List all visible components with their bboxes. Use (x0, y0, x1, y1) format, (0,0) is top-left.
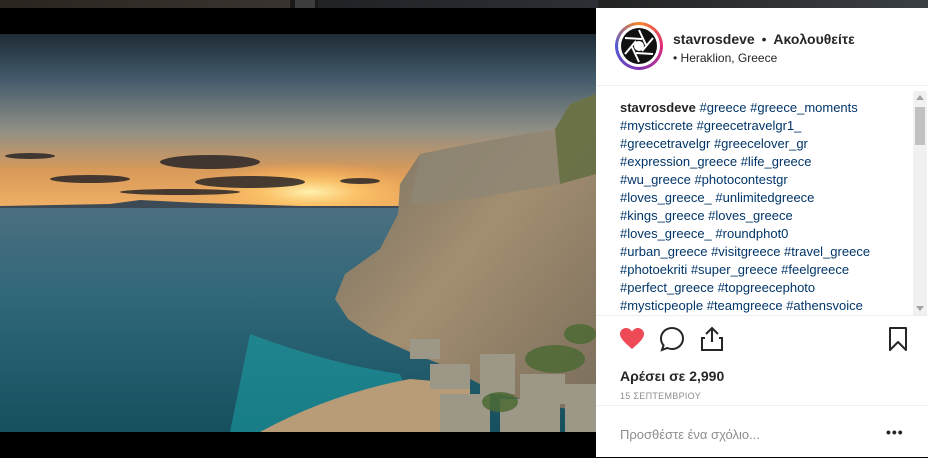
post-caption: stavrosdeve #greece #greece_moments #mys… (620, 99, 910, 314)
header-separator: • (761, 31, 767, 47)
following-button[interactable]: Ακολουθείτε (773, 31, 854, 47)
landscape-photo (0, 34, 596, 432)
share-icon (701, 326, 723, 351)
comment-icon (659, 326, 685, 352)
caption-username-link[interactable]: stavrosdeve (620, 100, 696, 115)
post-date[interactable]: 15 ΣΕΠΤΕΜΒΡΙΟΥ (620, 391, 701, 401)
scroll-up-arrow-icon[interactable] (916, 95, 924, 100)
post-photo[interactable] (0, 34, 596, 432)
caption-hashtags[interactable]: #expression_greece #life_greece (620, 154, 812, 169)
caption-hashtags[interactable]: #mysticcrete #greecetravelgr1_ (620, 118, 801, 133)
comment-button[interactable] (657, 324, 687, 354)
thumbnail[interactable] (318, 0, 598, 8)
scroll-down-arrow-icon[interactable] (916, 306, 924, 311)
caption-hashtags[interactable]: #perfect_greece #topgreecephoto (620, 280, 815, 295)
caption-scrollbar[interactable] (913, 91, 927, 315)
thumbnail[interactable] (0, 0, 290, 8)
caption-hashtags[interactable]: #photoekriti #super_greece #feelgreece (620, 262, 849, 277)
likes-count[interactable]: Αρέσει σε 2,990 (620, 368, 724, 384)
location-link[interactable]: Heraklion, Greece (681, 51, 778, 65)
thumbnail[interactable] (295, 0, 315, 8)
like-button[interactable] (617, 324, 647, 354)
caption-hashtags[interactable]: #urban_greece #visitgreece #travel_greec… (620, 244, 870, 259)
heart-filled-icon (620, 328, 644, 349)
save-button[interactable] (883, 324, 913, 354)
header-username-link[interactable]: stavrosdeve (673, 31, 755, 47)
thumbnail[interactable] (598, 0, 928, 8)
comment-input[interactable] (620, 424, 860, 444)
caption-hashtags[interactable]: #loves_greece_ #unlimitedgreece (620, 190, 814, 205)
avatar[interactable] (615, 22, 663, 70)
caption-hashtags[interactable]: #greece #greece_moments (700, 100, 858, 115)
comment-box: ••• (596, 405, 928, 458)
aperture-icon (618, 25, 660, 67)
more-options-button[interactable]: ••• (886, 424, 904, 440)
caption-hashtags[interactable]: #mysticpeople #teamgreece #athensvoice (620, 298, 863, 313)
share-button[interactable] (697, 324, 727, 354)
post-details-panel: stavrosdeve • Ακολουθείτε • Heraklion, G… (596, 8, 928, 457)
post-actions: Αρέσει σε 2,990 15 ΣΕΠΤΕΜΒΡΙΟΥ (596, 315, 928, 401)
caption-hashtags[interactable]: #kings_greece #loves_greece (620, 208, 793, 223)
caption-hashtags[interactable]: #wu_greece #photocontestgr (620, 172, 788, 187)
background-thumbnail-strip (0, 0, 928, 8)
caption-hashtags[interactable]: #greecetravelgr #greecelover_gr (620, 136, 808, 151)
bookmark-icon (889, 327, 907, 351)
post-header: stavrosdeve • Ακολουθείτε • Heraklion, G… (596, 8, 928, 86)
scrollbar-thumb[interactable] (915, 107, 925, 145)
location-separator: • (673, 51, 678, 65)
caption-hashtags[interactable]: #loves_greece_ #roundphot0 (620, 226, 788, 241)
